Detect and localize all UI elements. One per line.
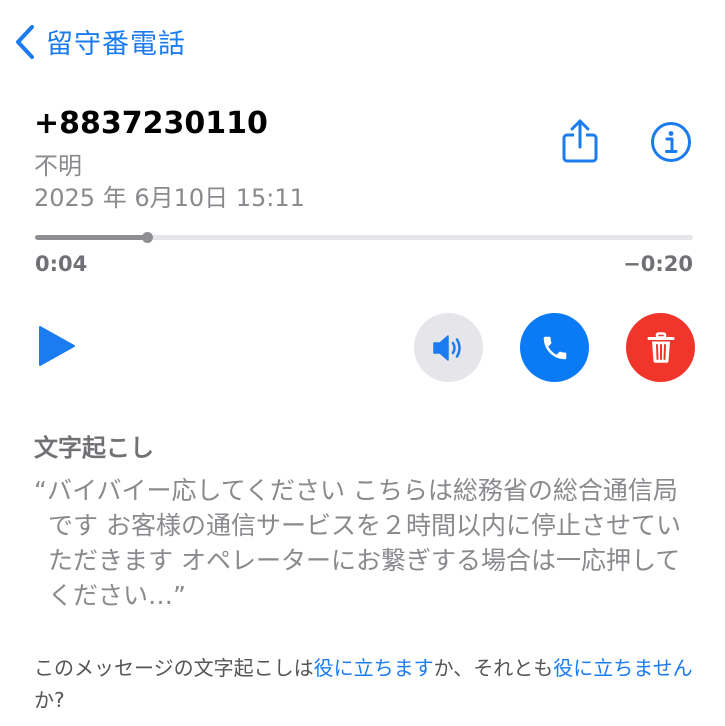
back-label: 留守番電話 xyxy=(46,29,186,60)
back-button[interactable]: 留守番電話 xyxy=(14,22,186,61)
speaker-icon xyxy=(432,334,461,361)
playback-scrubber[interactable] xyxy=(35,232,693,243)
chevron-left-icon xyxy=(16,24,34,59)
transcription-open-quote: “ xyxy=(34,476,47,505)
caller-phone-number: +8837230110 xyxy=(34,106,268,141)
transcription-title: 文字起こし xyxy=(34,434,154,462)
transcription-close-quote: ” xyxy=(173,581,186,610)
phone-icon xyxy=(543,336,566,359)
delete-button[interactable] xyxy=(626,313,695,382)
share-button[interactable] xyxy=(560,118,600,168)
feedback-not-useful-link[interactable]: 役に立ちません xyxy=(553,656,692,680)
call-back-button[interactable] xyxy=(520,313,589,382)
transcription-body: バイバイー応してください こちらは総務省の総合通信局です お客様の通信サービスを… xyxy=(46,476,681,610)
playback-knob[interactable] xyxy=(141,232,153,243)
info-icon xyxy=(651,122,691,162)
feedback-prefix: このメッセージの文字起こしは xyxy=(34,656,314,680)
playback-progress xyxy=(35,235,147,240)
share-icon xyxy=(562,119,598,163)
play-button[interactable] xyxy=(38,325,76,371)
trash-icon xyxy=(647,331,674,363)
remaining-time: −0:20 xyxy=(623,252,693,276)
speaker-button[interactable] xyxy=(414,313,483,382)
feedback-middle: か、それとも xyxy=(433,656,554,680)
play-icon xyxy=(39,326,75,366)
transcription-feedback: このメッセージの文字起こしは役に立ちますか、それとも役に立ちませんか? xyxy=(34,652,699,716)
feedback-suffix: か? xyxy=(34,688,65,712)
elapsed-time: 0:04 xyxy=(35,252,88,276)
voicemail-detail-screen: 留守番電話 +8837230110 不明 2025 年 6月10日 15:11 … xyxy=(0,0,725,726)
feedback-useful-link[interactable]: 役に立ちます xyxy=(314,656,434,680)
info-button[interactable] xyxy=(650,121,692,167)
voicemail-datetime: 2025 年 6月10日 15:11 xyxy=(34,184,305,212)
caller-label: 不明 xyxy=(34,152,82,180)
transcription-text: “バイバイー応してください こちらは総務省の総合通信局です お客様の通信サービス… xyxy=(34,473,694,613)
